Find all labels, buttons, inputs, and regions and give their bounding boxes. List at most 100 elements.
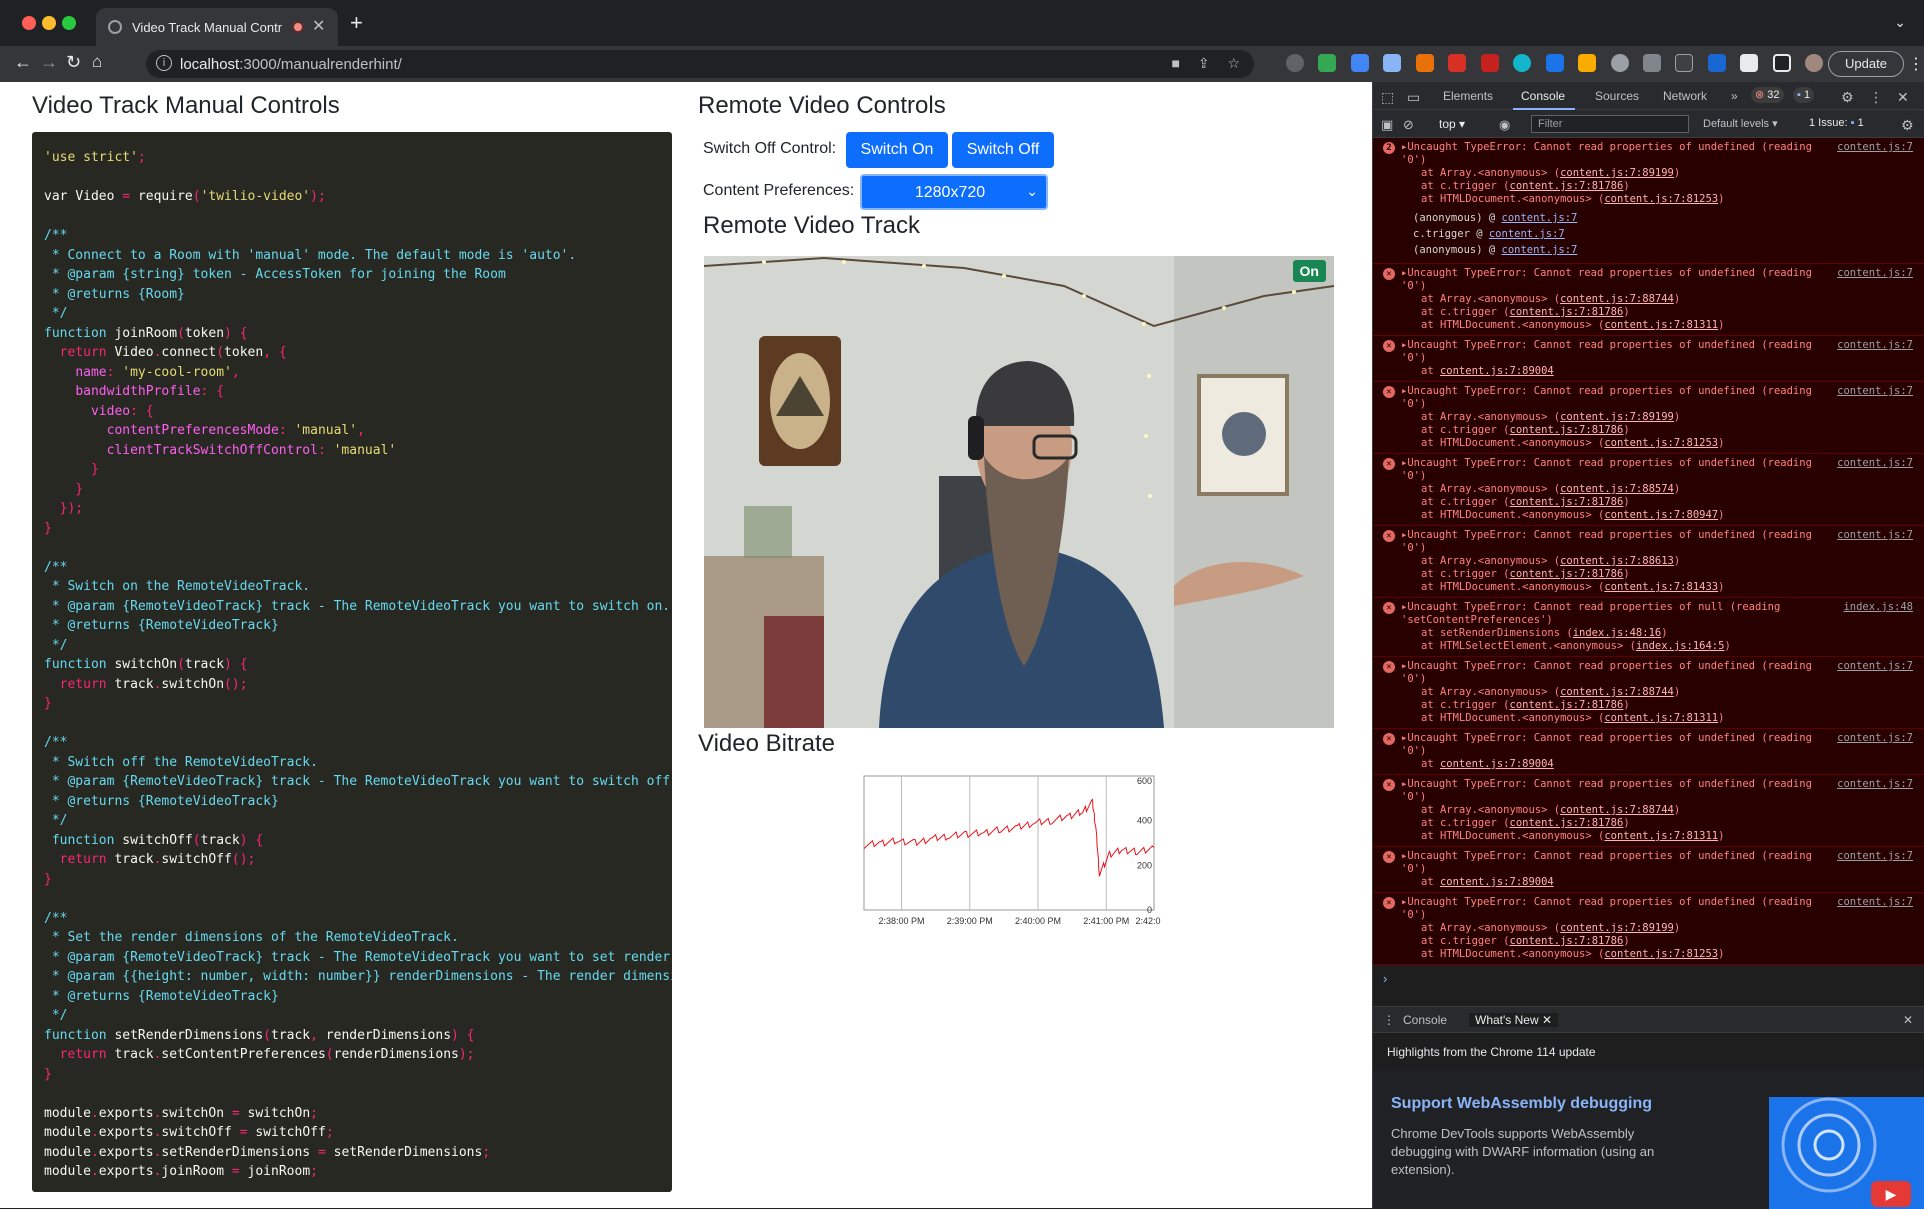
context-selector[interactable]: top ▾ [1439,117,1465,131]
drawer-menu-icon[interactable]: ⋮ [1383,1013,1395,1027]
stack-link[interactable]: content.js:7:89004 [1440,365,1554,377]
avatar[interactable] [1805,54,1824,72]
eye-icon[interactable]: ◉ [1499,117,1510,133]
console-error[interactable]: ✕ content.js:7 ▸Uncaught TypeError: Cannot… [1373,657,1924,729]
console-error[interactable]: ✕ content.js:7 ▸Uncaught TypeError: Cannot… [1373,729,1924,775]
extension-icon[interactable] [1513,54,1532,72]
url-text[interactable]: localhost:3000/manualrenderhint/ [180,56,402,73]
log-levels-dropdown[interactable]: Default levels ▾ [1703,117,1778,130]
source-link[interactable]: content.js:7 [1837,778,1913,791]
stack-link[interactable]: content.js:7:81253 [1604,193,1718,205]
tab-console[interactable]: Console [1521,89,1565,103]
stack-link[interactable]: index.js:164:5 [1636,640,1725,652]
feature-video-thumbnail[interactable]: ▶ [1769,1097,1924,1209]
stack-link[interactable]: content.js:7:81786 [1510,496,1624,508]
sidebar-toggle-icon[interactable]: ▣ [1381,117,1393,133]
stack-link[interactable]: content.js:7:80947 [1604,509,1718,521]
more-tabs-icon[interactable]: » [1731,89,1738,103]
stack-link[interactable]: content.js:7:81786 [1510,817,1624,829]
content-preferences-select[interactable]: 1280x720 ⌄ [860,174,1048,210]
source-link[interactable]: content.js:7 [1837,267,1913,280]
source-link[interactable]: content.js:7 [1837,385,1913,398]
extension-icon[interactable] [1286,54,1304,72]
close-window-button[interactable] [22,16,36,30]
error-count-badge[interactable]: ⊗ 32 [1751,87,1784,103]
stack-link[interactable]: content.js:7:81786 [1510,935,1624,947]
new-tab-button[interactable]: + [350,10,363,36]
feature-title-link[interactable]: Support WebAssembly debugging [1391,1095,1652,1113]
extension-icon[interactable] [1545,54,1564,72]
console-prompt[interactable]: › [1373,965,1924,992]
stack-link[interactable]: content.js:7:81311 [1604,830,1718,842]
extension-icon[interactable] [1480,54,1499,72]
console-error[interactable]: ✕ content.js:7 ▸Uncaught TypeError: Cannot… [1373,893,1924,965]
source-link[interactable]: content.js:7 [1837,339,1913,352]
source-link[interactable]: content.js:7 [1837,896,1913,909]
device-toolbar-icon[interactable]: ▭ [1407,89,1420,106]
stack-link[interactable]: content.js:7:81253 [1604,437,1718,449]
more-menu-icon[interactable]: ⋮ [1908,54,1924,74]
share-icon[interactable]: ⇪ [1198,55,1210,71]
stack-link[interactable]: content.js:7:88744 [1560,686,1674,698]
close-devtools-icon[interactable]: ✕ [1897,89,1909,106]
settings-gear-icon[interactable]: ⚙ [1841,89,1854,106]
switch-on-button[interactable]: Switch On [846,132,948,168]
forward-icon[interactable]: → [40,52,58,73]
extension-icon[interactable] [1448,54,1467,72]
drawer-tab-console[interactable]: Console [1403,1013,1447,1027]
tab-network[interactable]: Network [1663,89,1707,103]
back-icon[interactable]: ← [14,52,32,73]
console-settings-icon[interactable]: ⚙ [1901,117,1914,134]
source-link[interactable]: index.js:48 [1843,601,1913,614]
stack-link[interactable]: content.js:7:88613 [1560,555,1674,567]
stack-link[interactable]: content.js:7:88744 [1560,293,1674,305]
extension-icon[interactable] [1707,54,1726,72]
console-error[interactable]: ✕ content.js:7 ▸Uncaught TypeError: Cannot… [1373,454,1924,526]
extension-icon[interactable] [1350,54,1369,72]
stack-link[interactable]: content.js:7:81253 [1604,948,1718,960]
source-link[interactable]: content.js:7 [1837,850,1913,863]
more-options-icon[interactable]: ⋮ [1869,89,1883,106]
console-error[interactable]: ✕ content.js:7 ▸Uncaught TypeError: Cannot… [1373,264,1924,336]
bookmark-star-icon[interactable]: ☆ [1227,55,1240,71]
console-error[interactable]: ✕ content.js:7 ▸Uncaught TypeError: Cannot… [1373,526,1924,598]
close-drawer-icon[interactable]: ✕ [1903,1013,1913,1027]
switch-off-button[interactable]: Switch Off [952,132,1054,168]
stack-link[interactable]: content.js:7:89004 [1440,876,1554,888]
youtube-play-icon[interactable]: ▶ [1871,1181,1911,1207]
stack-link[interactable]: content.js:7:81786 [1510,306,1624,318]
extension-icon[interactable] [1642,54,1661,72]
frame-link[interactable]: content.js:7 [1489,228,1565,240]
frame-link[interactable]: content.js:7 [1502,244,1578,256]
site-info-icon[interactable]: i [156,55,172,71]
inspect-icon[interactable]: ⬚ [1381,89,1394,106]
message-count-badge[interactable]: ▪ 1 [1793,87,1815,103]
console-filter-input[interactable]: Filter [1531,115,1689,133]
console-error[interactable]: ✕ content.js:7 ▸Uncaught TypeError: Cannot… [1373,775,1924,847]
console-error[interactable]: ✕ content.js:7 ▸Uncaught TypeError: Cannot… [1373,382,1924,454]
close-tab-icon[interactable]: ✕ [1542,1013,1552,1027]
source-link[interactable]: content.js:7 [1837,529,1913,542]
update-button[interactable]: Update [1828,51,1904,77]
source-link[interactable]: content.js:7 [1837,457,1913,470]
puzzle-icon[interactable] [1740,54,1759,72]
stack-link[interactable]: content.js:7:88574 [1560,483,1674,495]
stack-link[interactable]: content.js:7:89004 [1440,758,1554,770]
stack-link[interactable]: content.js:7:81311 [1604,319,1718,331]
minimize-window-button[interactable] [42,16,56,30]
reload-icon[interactable]: ↻ [66,52,81,73]
stack-link[interactable]: content.js:7:81786 [1510,699,1624,711]
console-error[interactable]: ✕ index.js:48 ▸Uncaught TypeError: Cannot … [1373,598,1924,657]
extension-icon[interactable] [1415,54,1434,72]
extension-icon[interactable] [1675,54,1694,72]
source-link[interactable]: content.js:7 [1837,141,1913,154]
console-error[interactable]: ✕ content.js:7 ▸Uncaught TypeError: Cannot… [1373,336,1924,382]
stack-link[interactable]: content.js:7:81433 [1604,581,1718,593]
tab-elements[interactable]: Elements [1443,89,1493,103]
stack-link[interactable]: content.js:7:89199 [1560,167,1674,179]
stack-link[interactable]: index.js:48:16 [1573,627,1662,639]
issues-button[interactable]: 1 Issue: ▪ 1 [1809,117,1864,129]
stack-link[interactable]: content.js:7:81786 [1510,568,1624,580]
console-error[interactable]: ✕ content.js:7 ▸Uncaught TypeError: Cannot… [1373,847,1924,893]
stack-link[interactable]: content.js:7:89199 [1560,922,1674,934]
